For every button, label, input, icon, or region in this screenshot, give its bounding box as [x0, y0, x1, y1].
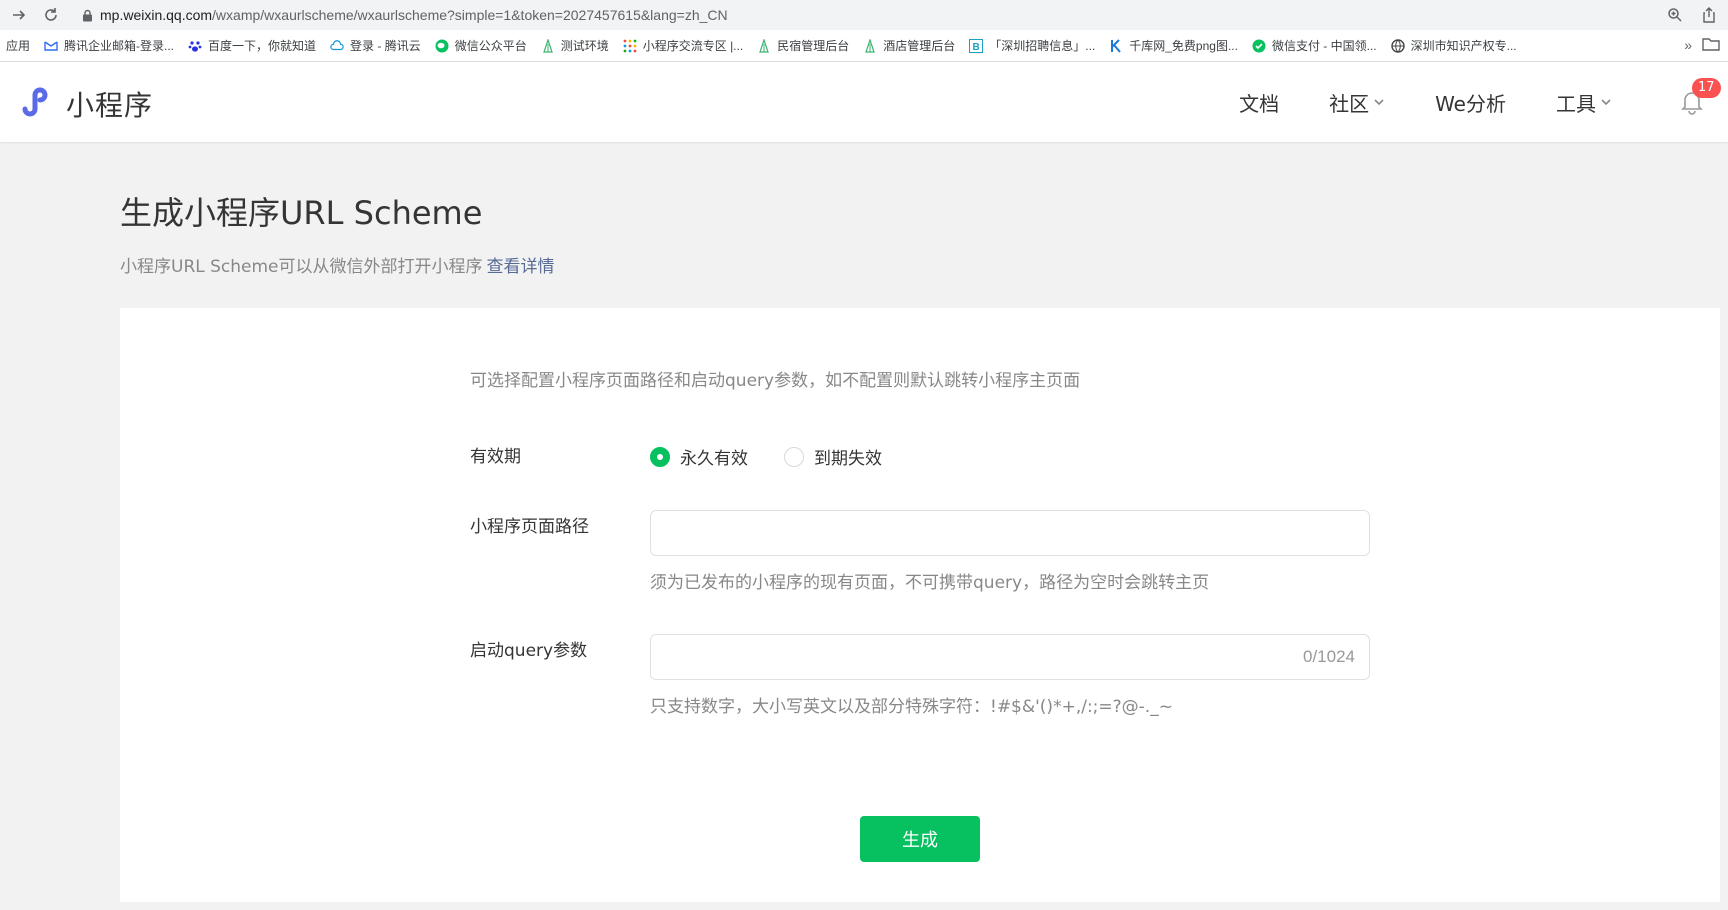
- nav-tools[interactable]: 工具: [1556, 88, 1612, 117]
- chevron-down-icon: [1374, 99, 1384, 106]
- nav-docs[interactable]: 文档: [1239, 88, 1279, 117]
- radio-permanent-label: 永久有效: [680, 449, 748, 469]
- bookmark-apps[interactable]: 应用: [6, 37, 30, 54]
- radio-expire[interactable]: 到期失效: [784, 444, 882, 469]
- forward-icon[interactable]: [6, 2, 32, 28]
- site-header: 小程序 文档 社区 We分析 工具 17: [0, 62, 1728, 142]
- bookmark-label: 微信公众平台: [454, 39, 527, 53]
- bookmarks-bar: 应用 腾讯企业邮箱-登录... 百度一下，你就知道 登录 - 腾讯云 微信公众平台 测试环…: [0, 30, 1728, 62]
- bookmark-label: 酒店管理后台: [883, 39, 956, 53]
- mini-program-logo-icon[interactable]: [16, 82, 56, 122]
- query-label: 启动query参数: [470, 641, 588, 661]
- notification-badge: 17: [1692, 78, 1721, 98]
- reload-icon[interactable]: [38, 2, 64, 28]
- bookmark-item[interactable]: 腾讯企业邮箱-登录...: [44, 37, 174, 54]
- nav-docs-label: 文档: [1239, 91, 1280, 116]
- query-input[interactable]: [651, 635, 1369, 679]
- svg-text:B: B: [973, 42, 980, 53]
- page-path-label: 小程序页面路径: [470, 517, 589, 537]
- dots-grid-icon: [623, 39, 637, 53]
- globe-icon: [1390, 38, 1405, 53]
- nav-we-analysis[interactable]: We分析: [1435, 88, 1506, 117]
- nav-community-label: 社区: [1329, 91, 1370, 116]
- wechat-icon: [435, 39, 449, 53]
- bookmark-item[interactable]: 千库网_免费png图...: [1109, 37, 1238, 54]
- k-letter-icon: [1109, 38, 1123, 53]
- bookmark-label: 「深圳招聘信息」...: [989, 39, 1096, 53]
- bookmark-label: 小程序交流专区 |...: [642, 39, 744, 53]
- bookmark-item[interactable]: 小程序交流专区 |...: [623, 37, 743, 54]
- bookmark-item[interactable]: 民宿管理后台: [757, 37, 849, 54]
- bookmark-label: 腾讯企业邮箱-登录...: [64, 39, 175, 53]
- radio-expire-label: 到期失效: [814, 449, 882, 469]
- bookmark-label: 千库网_免费png图...: [1129, 39, 1238, 53]
- page-path-tip: 须为已发布的小程序的现有页面，不可携带query，路径为空时会跳转主页: [650, 573, 1210, 593]
- bookmark-label: 深圳市知识产权专...: [1410, 39, 1517, 53]
- nav-tools-label: 工具: [1556, 91, 1596, 116]
- bookmark-item[interactable]: 微信公众平台: [435, 37, 527, 54]
- bookmark-item[interactable]: 微信支付 - 中国领...: [1252, 37, 1377, 54]
- query-field: 0/1024: [650, 634, 1370, 680]
- share-icon[interactable]: [1698, 4, 1720, 26]
- notification-bell[interactable]: 17: [1678, 78, 1721, 116]
- bookmark-label: 登录 - 腾讯云: [350, 39, 421, 53]
- bookmark-label: 民宿管理后台: [777, 39, 850, 53]
- form-card: 可选择配置小程序页面路径和启动query参数，如不配置则默认跳转小程序主页面 有…: [120, 308, 1720, 902]
- page-description: 小程序URL Scheme可以从微信外部打开小程序 查看详情: [120, 252, 555, 277]
- nav-we-analysis-label: We分析: [1435, 91, 1506, 116]
- radio-permanent[interactable]: 永久有效: [650, 444, 748, 469]
- bookmarks-more-button[interactable]: »: [1684, 37, 1692, 53]
- bookmark-item[interactable]: 百度一下，你就知道: [188, 37, 316, 54]
- tree-icon: [757, 38, 771, 53]
- tree-icon: [863, 38, 877, 53]
- chevron-down-icon: [1601, 99, 1611, 106]
- page-path-field: [650, 510, 1370, 556]
- form-hint: 可选择配置小程序页面路径和启动query参数，如不配置则默认跳转小程序主页面: [470, 371, 1081, 391]
- b-letter-icon: B: [969, 38, 984, 53]
- tree-icon: [541, 38, 555, 53]
- wechat-pay-icon: [1252, 39, 1266, 53]
- query-tip: 只支持数字，大小写英文以及部分特殊字符：!#$&'()*+,/:;=?@-._~: [650, 697, 1173, 717]
- validity-label: 有效期: [470, 447, 521, 467]
- bookmark-item[interactable]: 酒店管理后台: [863, 37, 955, 54]
- radio-unchecked-icon: [784, 446, 804, 467]
- view-details-link[interactable]: 查看详情: [487, 257, 555, 277]
- generate-button[interactable]: 生成: [860, 816, 980, 862]
- bookmark-item[interactable]: 测试环境: [541, 37, 609, 54]
- radio-checked-icon: [650, 446, 670, 467]
- bookmark-item[interactable]: 深圳市知识产权专...: [1390, 37, 1517, 54]
- validity-radio-group: 永久有效 到期失效: [650, 444, 918, 469]
- page-description-text: 小程序URL Scheme可以从微信外部打开小程序: [120, 257, 483, 277]
- zoom-icon[interactable]: [1664, 4, 1686, 26]
- lock-icon[interactable]: [80, 8, 94, 22]
- main-nav: 文档 社区 We分析 工具 17: [1239, 62, 1728, 142]
- page-path-input[interactable]: [651, 511, 1369, 555]
- brand-title[interactable]: 小程序: [66, 84, 153, 124]
- tencent-mail-icon: [44, 39, 58, 53]
- bookmark-label: 应用: [6, 39, 31, 53]
- folder-icon[interactable]: [1702, 36, 1720, 54]
- query-char-counter: 0/1024: [1303, 647, 1355, 666]
- bookmark-item[interactable]: 登录 - 腾讯云: [330, 37, 421, 54]
- bookmark-label: 测试环境: [560, 39, 609, 53]
- bookmark-label: 百度一下，你就知道: [208, 39, 317, 53]
- nav-community[interactable]: 社区: [1329, 88, 1385, 117]
- browser-address-bar: mp.weixin.qq.com/wxamp/wxaurlscheme/wxau…: [0, 0, 1728, 30]
- url-text[interactable]: mp.weixin.qq.com/wxamp/wxaurlscheme/wxau…: [100, 7, 728, 23]
- tencent-cloud-icon: [330, 39, 344, 53]
- bookmark-item[interactable]: B 「深圳招聘信息」...: [969, 37, 1095, 54]
- page-title: 生成小程序URL Scheme: [120, 194, 483, 232]
- bookmark-label: 微信支付 - 中国领...: [1271, 39, 1377, 53]
- baidu-paw-icon: [188, 39, 202, 53]
